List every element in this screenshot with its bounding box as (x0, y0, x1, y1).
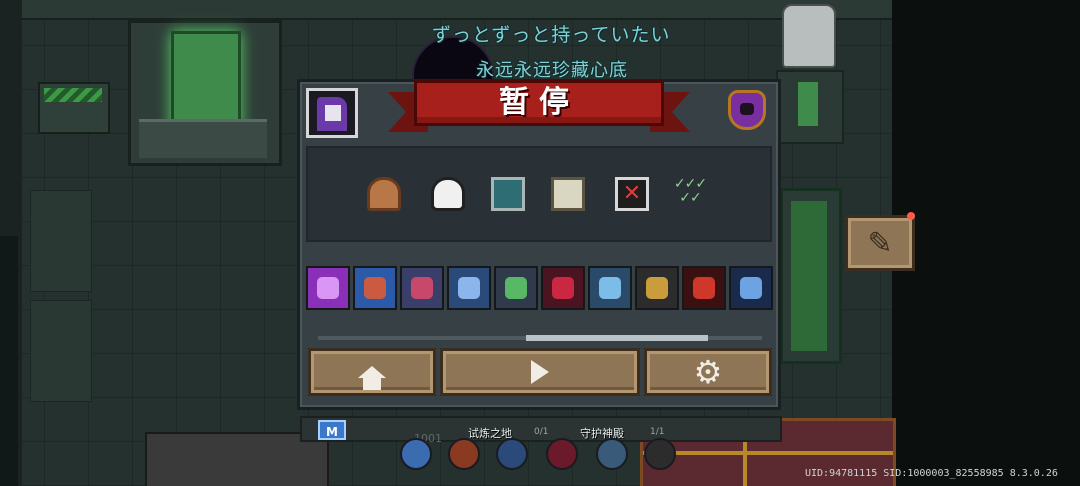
ghost-blade-skill-icon[interactable] (588, 266, 632, 310)
skill-slot-orb[interactable] (644, 438, 676, 470)
supply-crate (38, 82, 110, 134)
left-shadow (0, 236, 18, 486)
skill-slot-orb[interactable] (496, 438, 528, 470)
gear-icon: ⚙ (693, 353, 723, 391)
hourglass-skill-icon[interactable] (729, 266, 773, 310)
balloons-skill-icon[interactable] (400, 266, 444, 310)
statue-body (782, 4, 836, 68)
edit-note-icon: ✎ (867, 225, 893, 261)
buff-list: ✕ ✓✓✓ ✓✓ (306, 146, 772, 242)
checkmarks-icon[interactable]: ✓✓✓ ✓✓ (672, 176, 708, 212)
flame-sword-skill-icon[interactable] (682, 266, 726, 310)
monitor-icon[interactable] (550, 176, 586, 212)
rank-badge[interactable]: M (318, 420, 346, 440)
guns-skill-icon[interactable] (635, 266, 679, 310)
side-machine (780, 188, 842, 364)
helmet-icon[interactable] (366, 176, 402, 212)
home-button[interactable] (308, 348, 436, 396)
play-icon (531, 360, 549, 384)
ghost-icon[interactable] (430, 176, 466, 212)
blood-drop-skill-icon[interactable] (541, 266, 585, 310)
floor-panel (30, 190, 92, 292)
notes-button[interactable]: ✎ (845, 215, 915, 271)
uid-label: UID:94781115 SID:1000003_82558985 8.3.0.… (805, 468, 1058, 479)
skill-slot-orb[interactable] (448, 438, 480, 470)
green-capsule-machine (128, 20, 282, 166)
skill-scroll-thumb[interactable] (526, 335, 708, 341)
void-area (892, 0, 1080, 486)
capsule-base (139, 119, 267, 158)
home-icon (358, 366, 386, 390)
area-count-temple: 1/1 (650, 427, 665, 437)
floor-panel (30, 300, 92, 402)
skill-slot-orb[interactable] (596, 438, 628, 470)
pause-banner: 暂停 (388, 78, 690, 138)
character-portrait (306, 88, 358, 138)
maze-icon[interactable] (490, 176, 526, 212)
settings-button[interactable]: ⚙ (644, 348, 772, 396)
lightning-skill-icon[interactable] (306, 266, 350, 310)
skill-row (306, 266, 773, 314)
resume-button[interactable] (440, 348, 640, 396)
skill-slot-orb[interactable] (400, 438, 432, 470)
statue-pedestal (776, 70, 844, 144)
area-count-trial: 0/1 (534, 427, 549, 437)
crossed-box-icon[interactable]: ✕ (614, 176, 650, 212)
notification-dot (907, 212, 915, 220)
skill-slot-orb[interactable] (546, 438, 578, 470)
pause-title: 暂停 (499, 85, 579, 120)
pet-emblem-icon (722, 86, 772, 138)
sword-rain-skill-icon[interactable] (353, 266, 397, 310)
tools-skill-icon[interactable] (494, 266, 538, 310)
lyric-japanese: ずっとずっと持っていたい (432, 24, 671, 46)
shield-skill-icon[interactable] (447, 266, 491, 310)
